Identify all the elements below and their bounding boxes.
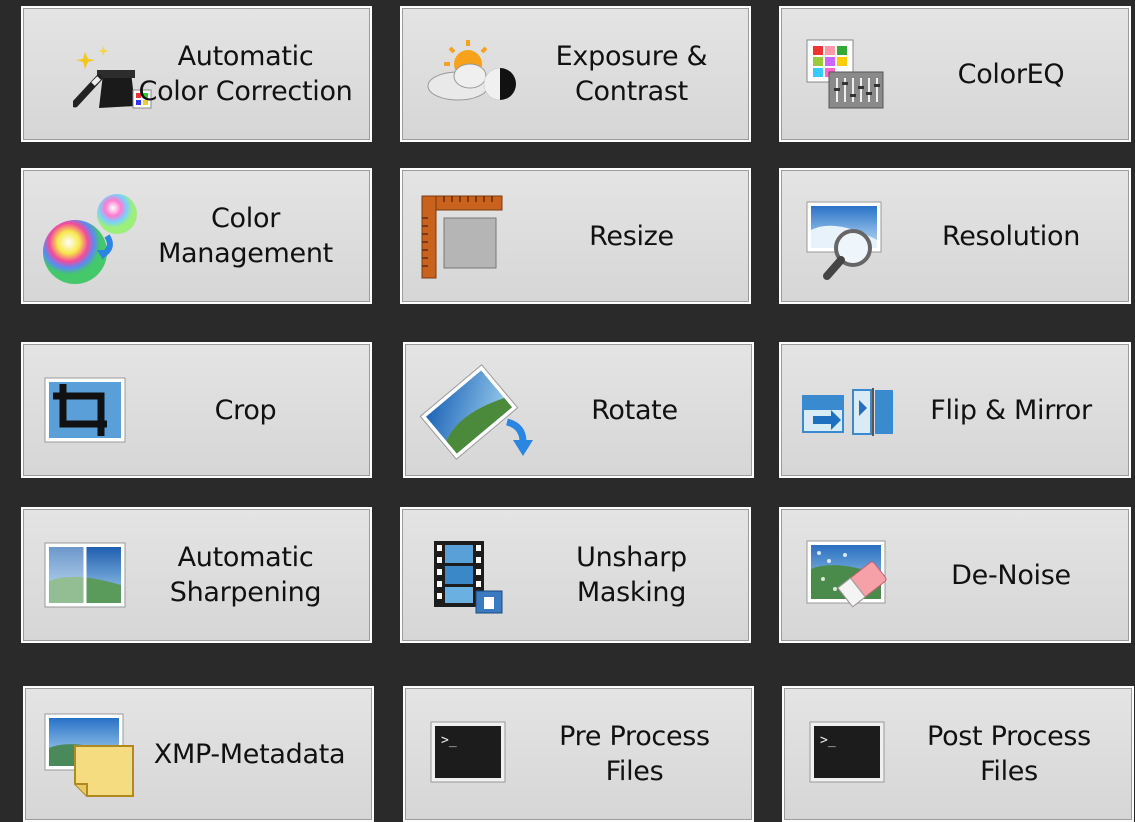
eraser-icon: [805, 539, 889, 611]
tile-label: De-Noise: [951, 559, 1071, 591]
flip-mirror-icon: [801, 388, 895, 436]
metadata-note-icon: [43, 712, 135, 798]
tile-label: Exposure & Contrast: [555, 41, 708, 107]
tile-label: Color Management: [158, 203, 333, 269]
crop-icon: [43, 376, 127, 444]
film-strip-icon: [432, 539, 504, 615]
tool-panel: { "tiles": [ {"label": "Automatic\nColor…: [0, 0, 1135, 822]
tile-label: ColorEQ: [957, 58, 1065, 90]
color-equalizer-icon: [805, 38, 887, 110]
color-management-button[interactable]: Color Management: [21, 168, 372, 304]
sharpen-icon: [43, 541, 127, 611]
flip-mirror-button[interactable]: Flip & Mirror: [779, 342, 1131, 478]
tile-label: XMP-Metadata: [153, 738, 346, 770]
crop-button[interactable]: Crop: [21, 342, 372, 478]
tile-label: Pre Process Files: [559, 721, 710, 787]
terminal-icon: >_: [429, 720, 507, 784]
tile-label: Automatic Color Correction: [138, 41, 353, 107]
sun-cloud-icon: [424, 38, 519, 106]
svg-text:>_: >_: [820, 733, 836, 748]
resize-button[interactable]: Resize: [400, 168, 751, 304]
color-spheres-icon: [41, 192, 139, 284]
coloreq-button[interactable]: ColorEQ: [779, 6, 1131, 142]
tile-label: Resize: [589, 220, 674, 252]
terminal-icon: >_: [808, 720, 886, 784]
magnifier-icon: [805, 200, 887, 280]
post-process-files-button[interactable]: >_ Post Process Files: [782, 686, 1134, 822]
tile-label: Post Process Files: [927, 721, 1091, 787]
rotate-button[interactable]: Rotate: [403, 342, 754, 478]
resolution-button[interactable]: Resolution: [779, 168, 1131, 304]
automatic-color-correction-button[interactable]: Automatic Color Correction: [21, 6, 372, 142]
tile-label: Crop: [214, 394, 277, 426]
xmp-metadata-button[interactable]: XMP-Metadata: [23, 686, 374, 822]
de-noise-button[interactable]: De-Noise: [779, 507, 1131, 643]
tile-label: Automatic Sharpening: [169, 542, 322, 608]
pre-process-files-button[interactable]: >_ Pre Process Files: [403, 686, 754, 822]
tile-label: Rotate: [591, 394, 678, 426]
automatic-sharpening-button[interactable]: Automatic Sharpening: [21, 507, 372, 643]
tile-label: Flip & Mirror: [930, 394, 1092, 426]
tile-label: Resolution: [941, 220, 1081, 252]
unsharp-masking-button[interactable]: Unsharp Masking: [400, 507, 751, 643]
exposure-contrast-button[interactable]: Exposure & Contrast: [400, 6, 751, 142]
tile-label: Unsharp Masking: [576, 542, 687, 608]
ruler-icon: [420, 194, 504, 280]
rotate-icon: [419, 362, 539, 460]
svg-text:>_: >_: [441, 733, 457, 748]
